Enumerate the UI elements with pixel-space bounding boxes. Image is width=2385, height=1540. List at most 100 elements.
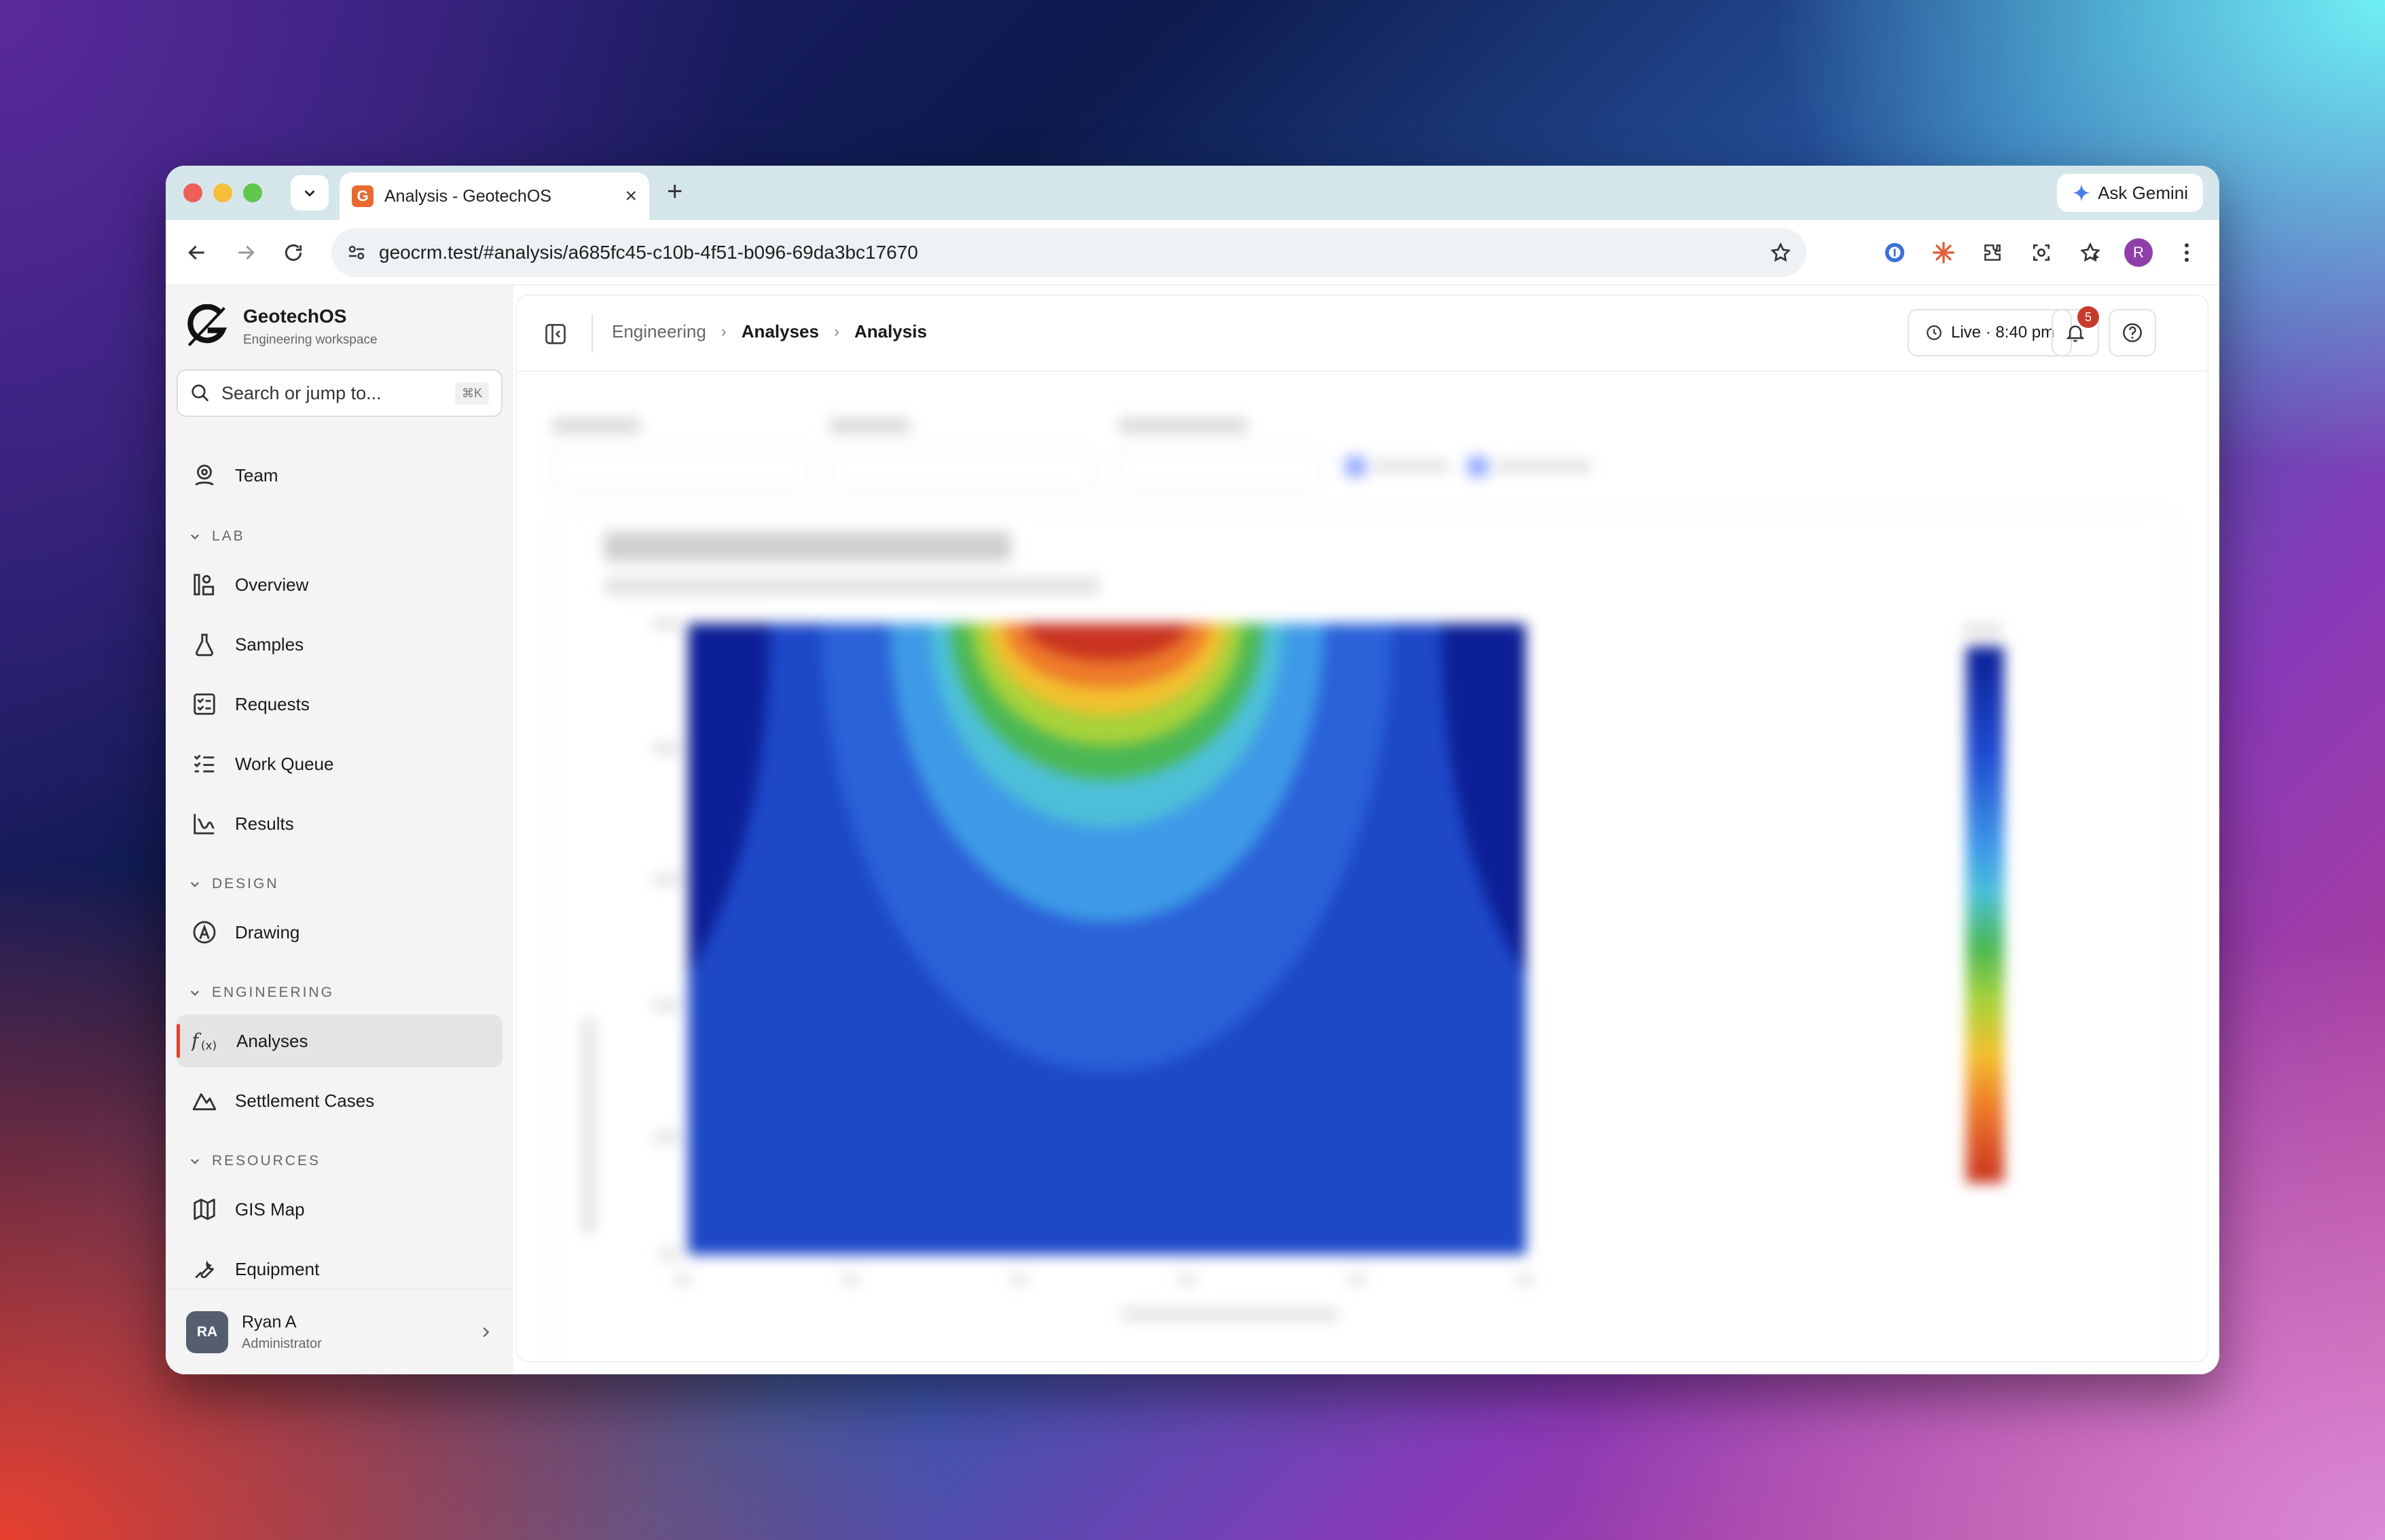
map-icon [194,1198,215,1220]
search-input[interactable]: Search or jump to... ⌘K [177,369,503,417]
section-engineering[interactable]: ENGINEERING [189,985,334,1001]
chart-line-icon [194,813,215,835]
sidebar-item-analyses[interactable]: f (x) Analyses [177,1014,503,1067]
tab-search-button[interactable] [291,175,329,210]
arrow-right-icon [238,245,255,260]
x-tick-placeholder [843,1275,859,1285]
section-resources[interactable]: RESOURCES [189,1153,321,1169]
sidebar-item-results[interactable]: Results [177,797,503,850]
forward-button[interactable] [231,238,261,268]
notifications-button[interactable]: 5 [2052,306,2099,356]
help-circle-icon [2123,323,2142,342]
geotech-logo-icon [187,304,227,346]
ask-gemini-button[interactable]: Ask Gemini [2057,174,2203,212]
x-axis-label-placeholder [1121,1308,1339,1321]
drawing-compass-icon [193,921,216,944]
y-tick-placeholder [653,1001,680,1010]
breadcrumb: Engineering › Analyses › Analysis [612,321,927,342]
y-tick-placeholder [653,619,680,629]
claude-extension-icon[interactable] [1929,238,1959,268]
user-role: Administrator [242,1336,322,1351]
y-tick-placeholder [653,1133,680,1142]
checkbox-placeholder[interactable] [1345,456,1449,477]
flask-icon [196,634,213,657]
brand-name: GeotechOS [243,306,347,327]
brand[interactable]: GeotechOS Engineering workspace [183,304,378,349]
section-lab[interactable]: LAB [189,528,245,545]
minimize-window-button[interactable] [213,183,232,202]
live-status-button[interactable]: Live · 8:40 pm [1908,309,2073,356]
window-controls [183,183,262,202]
y-tick-placeholder [653,875,680,884]
breadcrumb-engineering[interactable]: Engineering [612,321,706,342]
sidebar-item-overview[interactable]: Overview [177,558,503,611]
user-avatar: RA [186,1310,228,1353]
chart-title-placeholder [604,532,1011,562]
browser-tab-active[interactable]: G Analysis - GeotechOS × [340,172,649,220]
x-tick-placeholder [1348,1275,1364,1285]
page-header: Engineering › Analyses › Analysis Live ·… [517,295,2208,371]
url-text: geocrm.test/#analysis/a685fc45-c10b-4f51… [379,242,918,263]
contour-band-far-right [1442,623,1526,976]
svg-text:(x): (x) [201,1038,217,1052]
toggle-sidebar-button[interactable] [541,320,570,348]
select-control-placeholder[interactable] [552,447,810,493]
y-axis-label-placeholder [582,1017,596,1234]
gemini-sparkle-icon [2073,184,2090,202]
section-design[interactable]: DESIGN [189,876,279,892]
search-icon [192,384,209,402]
breadcrumb-analysis: Analysis [854,321,927,342]
new-tab-icon[interactable]: + [667,177,682,207]
sidebar-item-label: Results [235,813,294,834]
analysis-content-blurred [517,372,2208,1361]
more-menu-icon[interactable] [2172,238,2202,268]
section-label: RESOURCES [212,1153,321,1169]
contour-plot-svg [688,623,1526,1071]
sidebar-item-samples[interactable]: Samples [177,618,503,671]
sidebar-item-settlement-cases[interactable]: Settlement Cases [177,1074,503,1127]
password-manager-icon[interactable] [1880,238,1910,268]
back-button[interactable] [182,238,212,268]
sidebar-item-drawing[interactable]: Drawing [177,906,503,959]
close-tab-icon[interactable]: × [625,185,637,208]
x-tick-placeholder [1180,1275,1196,1285]
brand-subtitle: Engineering workspace [243,333,378,347]
checkbox-placeholder[interactable] [1468,456,1591,477]
sidebar-item-equipment[interactable]: Equipment [177,1243,503,1296]
section-label: DESIGN [212,876,279,892]
sidebar-item-label: Work Queue [235,753,334,774]
notification-badge: 5 [2077,306,2099,328]
user-menu[interactable]: RA Ryan A Administrator [166,1289,513,1374]
clock-icon [1927,325,1942,340]
bookmark-star-icon[interactable] [1770,242,1791,263]
select-control-placeholder[interactable] [829,447,1094,493]
bookmarks-star-icon[interactable] [2075,238,2105,268]
reload-button[interactable] [278,238,308,268]
help-button[interactable] [2109,309,2156,356]
contour-band-far-left [688,623,769,976]
sidebar-item-requests[interactable]: Requests [177,678,503,731]
close-window-button[interactable] [183,183,202,202]
sidebar-item-team[interactable]: Team [177,449,503,502]
mountain-icon [192,1093,217,1111]
sidebar-item-work-queue[interactable]: Work Queue [177,737,503,790]
profile-avatar[interactable]: R [2124,238,2153,267]
reload-icon [285,244,302,261]
maximize-window-button[interactable] [243,183,262,202]
breadcrumb-analyses[interactable]: Analyses [742,321,819,342]
arrow-left-icon [188,245,204,260]
section-label: LAB [212,528,245,544]
site-settings-icon [348,246,365,259]
breadcrumb-separator-icon: › [721,322,727,341]
sidebar-item-gis-map[interactable]: GIS Map [177,1183,503,1236]
overview-icon [194,574,215,595]
colorbar-title-placeholder [1963,623,2001,636]
screenshot-lens-icon[interactable] [2026,238,2056,268]
contour-plot [688,623,1526,1255]
input-control-placeholder[interactable] [1118,447,1322,493]
extensions-puzzle-icon[interactable] [1978,238,2007,268]
sidebar: GeotechOS Engineering workspace Search o… [166,285,513,1374]
sidebar-item-label: Settlement Cases [235,1090,375,1111]
main-panel: Engineering › Analyses › Analysis Live ·… [516,295,2208,1362]
address-bar[interactable]: geocrm.test/#analysis/a685fc45-c10b-4f51… [331,228,1806,277]
